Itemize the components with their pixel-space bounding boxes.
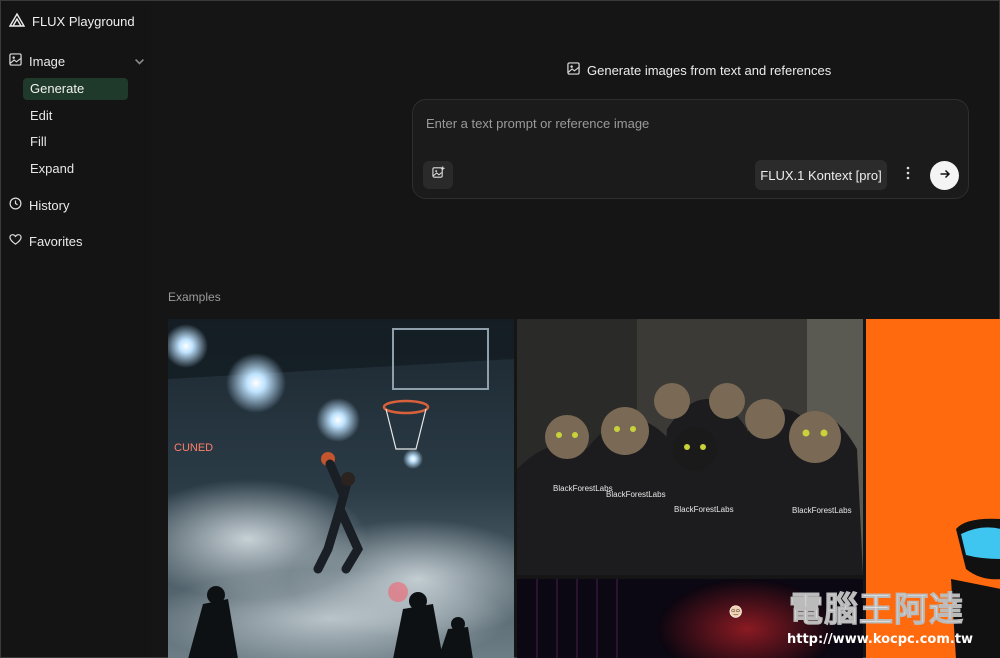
nav-image-section[interactable]: Image xyxy=(9,50,144,72)
example-image-basketball[interactable]: CUNED xyxy=(168,319,514,658)
image-icon xyxy=(9,53,22,69)
heart-icon xyxy=(9,233,22,249)
nav-history[interactable]: History xyxy=(9,194,143,216)
watermark: 電腦王阿達 http://www.kocpc.com.tw xyxy=(729,576,997,656)
mascot-logo-icon xyxy=(729,605,742,618)
brand[interactable]: FLUX Playground xyxy=(8,12,135,31)
nav-image-label: Image xyxy=(29,53,66,69)
sidebar: FLUX Playground Image Generate Edit Fill… xyxy=(1,1,151,657)
cat-shirt-text: BlackForestLabs xyxy=(553,484,613,493)
page-heading-text: Generate images from text and references xyxy=(587,62,832,78)
examples-label: Examples xyxy=(168,290,221,304)
image-icon xyxy=(567,62,580,78)
nav-favorites[interactable]: Favorites xyxy=(9,230,143,252)
nav-history-label: History xyxy=(29,197,70,213)
nav-edit[interactable]: Edit xyxy=(23,105,128,127)
cat-shirt-text: BlackForestLabs xyxy=(792,506,852,515)
arrow-right-icon xyxy=(939,167,951,185)
banner-text: CUNED xyxy=(174,442,213,454)
cat-shirt-text: BlackForestLabs xyxy=(674,505,734,514)
nav-favorites-label: Favorites xyxy=(29,233,83,249)
nav-fill[interactable]: Fill xyxy=(23,131,128,153)
nav-generate[interactable]: Generate xyxy=(23,78,128,100)
app-title: FLUX Playground xyxy=(32,14,135,29)
nav-expand[interactable]: Expand xyxy=(23,158,128,180)
cat-shirt-text: BlackForestLabs xyxy=(606,490,666,499)
watermark-url: http://www.kocpc.com.tw xyxy=(787,632,974,647)
add-reference-image-button[interactable] xyxy=(423,161,453,189)
more-vertical-icon xyxy=(906,166,910,185)
submit-button[interactable] xyxy=(930,161,959,190)
model-selector-button[interactable]: FLUX.1 Kontext [pro] xyxy=(755,160,887,190)
more-options-button[interactable] xyxy=(897,163,919,187)
example-image-cats[interactable]: BlackForestLabs BlackForestLabs BlackFor… xyxy=(517,319,863,575)
flux-logo-icon xyxy=(8,12,26,31)
prompt-input[interactable] xyxy=(426,113,946,133)
prompt-box: FLUX.1 Kontext [pro] xyxy=(412,99,969,199)
clock-icon xyxy=(9,197,22,213)
image-plus-icon xyxy=(431,166,445,184)
chevron-down-icon[interactable] xyxy=(133,55,144,65)
page-heading: Generate images from text and references xyxy=(567,62,831,78)
watermark-text: 電腦王阿達 xyxy=(789,590,964,631)
